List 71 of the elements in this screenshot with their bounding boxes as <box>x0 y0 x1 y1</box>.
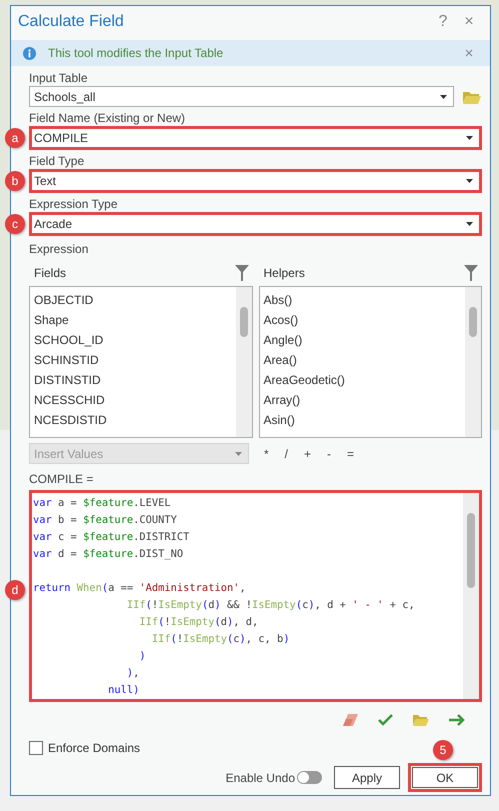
list-item[interactable]: NCESDISTID <box>34 410 232 430</box>
annotation-badge: c <box>5 214 25 234</box>
info-message: This tool modifies the Input Table <box>48 46 224 60</box>
list-item[interactable]: Area() <box>264 350 461 370</box>
caret-icon <box>440 94 447 98</box>
checkbox[interactable] <box>29 741 43 755</box>
caret-icon <box>235 452 242 456</box>
code-line: null) <box>107 683 140 698</box>
field-label: Input Table <box>29 70 88 86</box>
toggle-label: Enable Undo <box>226 770 295 784</box>
section-label: Expression <box>29 241 90 257</box>
code-line: var a = $feature.LEVEL <box>33 496 172 511</box>
field-label: Field Type <box>29 153 86 169</box>
scrollbar[interactable] <box>465 287 481 437</box>
dialog-button[interactable]: OK <box>408 763 482 792</box>
code-line: ) <box>138 649 147 664</box>
list-item[interactable]: Shape <box>34 310 232 330</box>
code-line: ), <box>126 666 140 681</box>
arrow-icon[interactable] <box>448 713 466 727</box>
window-title: Calculate Field <box>18 13 125 31</box>
list-item[interactable]: DISTINSTID <box>34 370 232 390</box>
caret-icon <box>466 222 473 226</box>
dropdown-field[interactable]: COMPILE <box>29 126 482 150</box>
operator-button[interactable]: * <box>261 446 272 460</box>
dialog-button[interactable]: Apply <box>334 766 400 789</box>
code-line: var d = $feature.DIST_NO <box>33 547 184 562</box>
list-title: Helpers <box>264 266 305 280</box>
enforce-domains-checkbox[interactable]: Enforce Domains <box>29 741 140 755</box>
operator-button[interactable]: = <box>344 446 358 460</box>
field-label: Field Name (Existing or New) <box>29 110 186 126</box>
list-item[interactable]: SCHOOL_ID <box>34 330 232 350</box>
folder-icon[interactable] <box>412 713 430 727</box>
caret-icon <box>466 179 473 183</box>
code-line: IIf(!IsEmpty(d) && !IsEmpty(c), d + ' - ' + c, <box>126 598 416 613</box>
list-item[interactable]: Angle() <box>264 330 461 350</box>
annotation-badge: d <box>5 580 25 600</box>
filter-icon[interactable] <box>234 265 248 281</box>
caret-icon <box>466 136 473 140</box>
dropdown-field[interactable]: Text <box>29 169 482 193</box>
code-line: var c = $feature.DISTRICT <box>33 530 190 545</box>
list-item[interactable]: SCHINSTID <box>34 350 232 370</box>
list-item[interactable]: AreaGeodetic() <box>264 370 461 390</box>
info-icon <box>23 46 36 60</box>
list-item[interactable]: Abs() <box>264 290 461 310</box>
annotation-badge: b <box>5 171 25 191</box>
expression-target-label: COMPILE = <box>29 471 94 488</box>
dropdown-field[interactable]: Arcade <box>29 212 482 236</box>
operator-button[interactable]: / <box>282 446 292 460</box>
operator-button[interactable]: - <box>324 446 334 460</box>
code-line: IIf(!IsEmpty(c), c, b) <box>150 632 291 647</box>
list-item[interactable]: NCESSCHID <box>34 390 232 410</box>
operator-button[interactable]: + <box>301 446 314 460</box>
code-editor[interactable] <box>29 490 482 702</box>
annotation-badge: a <box>5 128 25 148</box>
code-line: var b = $feature.COUNTY <box>33 513 178 528</box>
list-item[interactable]: Asin() <box>264 410 461 430</box>
scrollbar[interactable] <box>236 287 252 437</box>
list-title: Fields <box>34 266 66 280</box>
code-line: IIf(!IsEmpty(d), d, <box>138 615 260 630</box>
filter-icon[interactable] <box>464 265 478 281</box>
list-item[interactable]: OBJECTID <box>34 290 232 310</box>
list-item[interactable]: Array() <box>264 390 461 410</box>
dropdown-field[interactable]: Schools_all <box>29 86 454 107</box>
list-item[interactable]: Acos() <box>264 310 461 330</box>
scrollbar[interactable] <box>463 493 479 699</box>
checkmark-icon[interactable] <box>378 713 394 727</box>
toggle-switch[interactable] <box>297 771 322 784</box>
code-line: return When(a == 'Administration', <box>33 581 247 596</box>
eraser-icon[interactable] <box>342 713 360 727</box>
field-label: Expression Type <box>29 196 118 212</box>
annotation-badge: 5 <box>433 740 453 760</box>
